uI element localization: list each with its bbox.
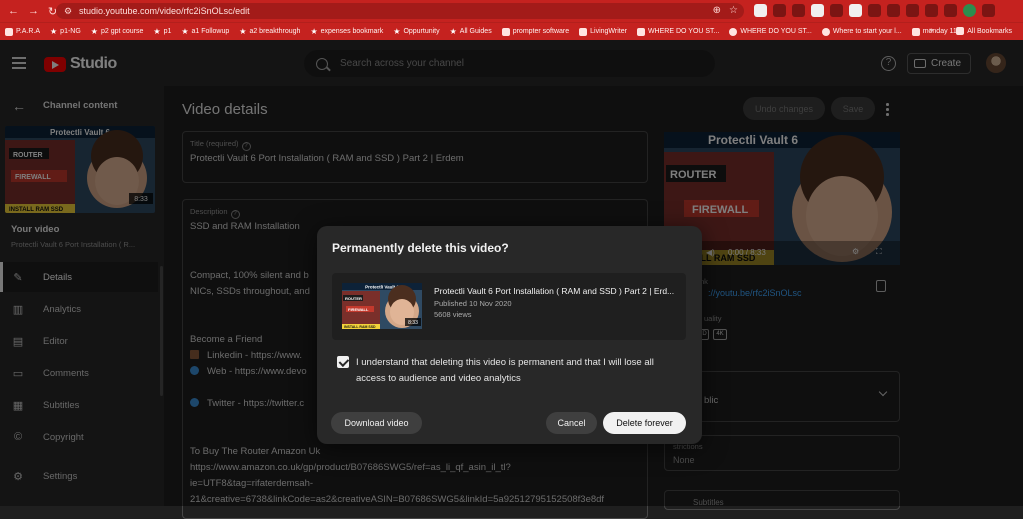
dialog-video-title: Protectli Vault 6 Port Installation ( RA… [434,286,675,296]
extension-icon[interactable] [925,4,938,17]
delete-forever-button[interactable]: Delete forever [603,412,686,434]
dialog-thumbnail-bottom-text: INSTALL RAM SSD [344,325,376,329]
bookmark-star-icon[interactable]: ☆ [729,5,738,16]
bookmark-item[interactable]: ★ a2 breakthrough [234,27,305,36]
dialog-thumbnail-router-text: ROUTER [345,296,362,301]
star-icon: ★ [90,27,98,36]
extension-icon[interactable] [849,4,862,17]
star-icon: ★ [393,27,401,36]
star-icon: ★ [50,27,58,36]
w-icon [579,27,588,36]
confirm-checkbox-label[interactable]: I understand that deleting this video is… [356,355,686,387]
extension-icon[interactable] [906,4,919,17]
star-icon: ★ [153,27,161,36]
bookmark-item[interactable]: LivingWriter [574,27,632,36]
bookmark-item[interactable]: ★ p1-NG [45,27,86,36]
extension-icon[interactable] [773,4,786,17]
star-icon: ★ [181,27,189,36]
bookmark-item[interactable]: P.A.R.A [0,27,45,36]
extension-icon[interactable] [887,4,900,17]
star-icon: ★ [239,27,247,36]
profile-avatar[interactable] [963,4,976,17]
circle-icon [821,27,830,36]
bookmarks-bar: P.A.R.A ★ p1-NG ★ p2 gpt course ★ p1 ★ a1 Fo… [0,22,1023,40]
dialog-view-count: 5608 views [434,310,472,319]
app-icon [636,27,645,36]
bookmark-item[interactable]: WHERE DO YOU ST... [632,27,724,36]
menu-icon[interactable] [982,4,995,17]
download-icon[interactable] [944,4,957,17]
all-bookmarks-button[interactable]: All Bookmarks [951,27,1017,35]
bookmark-item[interactable]: ★ All Guides [445,27,497,36]
bookmark-item[interactable]: ★ a1 Followup [176,27,234,36]
browser-nav: ← → ↻ [0,5,57,18]
download-video-button[interactable]: Download video [331,412,422,434]
zoom-icon[interactable]: ⊕ [713,5,721,16]
dialog-title: Permanently delete this video? [332,241,509,255]
folder-icon [956,27,965,35]
address-bar[interactable]: ⚙ studio.youtube.com/video/rfc2iSnOLsc/e… [56,3,744,19]
folder-icon [5,27,13,36]
bookmark-item[interactable]: ★ Oppurtunity [388,27,444,36]
extensions-bar [754,4,995,17]
circle-icon [729,27,738,36]
extension-icon[interactable] [830,4,843,17]
dialog-thumbnail-image: Protectli Vault 6 ROUTER FIREWALL INSTAL… [342,283,422,329]
back-arrow-icon[interactable]: ← [8,5,19,17]
forward-arrow-icon[interactable]: → [28,5,39,17]
dialog-thumbnail-firewall-text: FIREWALL [348,307,369,312]
extension-icon[interactable] [811,4,824,17]
bookmark-item[interactable]: ★ p1 [148,27,176,36]
extension-icon[interactable] [868,4,881,17]
bookmark-item[interactable]: prompter software [497,27,574,36]
site-info-icon[interactable]: ⚙ [64,6,74,17]
dialog-thumbnail-duration: 8:33 [408,320,418,326]
dialog-published-date: Published 10 Nov 2020 [434,299,512,308]
bookmark-item[interactable]: WHERE DO YOU ST... [724,27,816,36]
dialog-video-thumbnail: Protectli Vault 6 ROUTER FIREWALL INSTAL… [342,283,422,329]
extension-icon[interactable] [792,4,805,17]
more-bookmarks-button[interactable]: » [929,27,933,35]
bookmark-item[interactable]: ★ expenses bookmark [305,27,388,36]
bookmark-item[interactable]: ★ p2 gpt course [86,27,149,36]
folder-icon [501,27,510,36]
star-icon: ★ [310,27,318,36]
url-text[interactable]: studio.youtube.com/video/rfc2iSnOLsc/edi… [79,6,250,16]
m-icon [911,27,920,36]
extension-icon[interactable] [754,4,767,17]
bookmark-item[interactable]: Where to start your l... [817,27,907,36]
confirm-checkbox[interactable] [337,356,349,368]
star-icon: ★ [449,27,457,36]
cancel-button[interactable]: Cancel [546,412,597,434]
